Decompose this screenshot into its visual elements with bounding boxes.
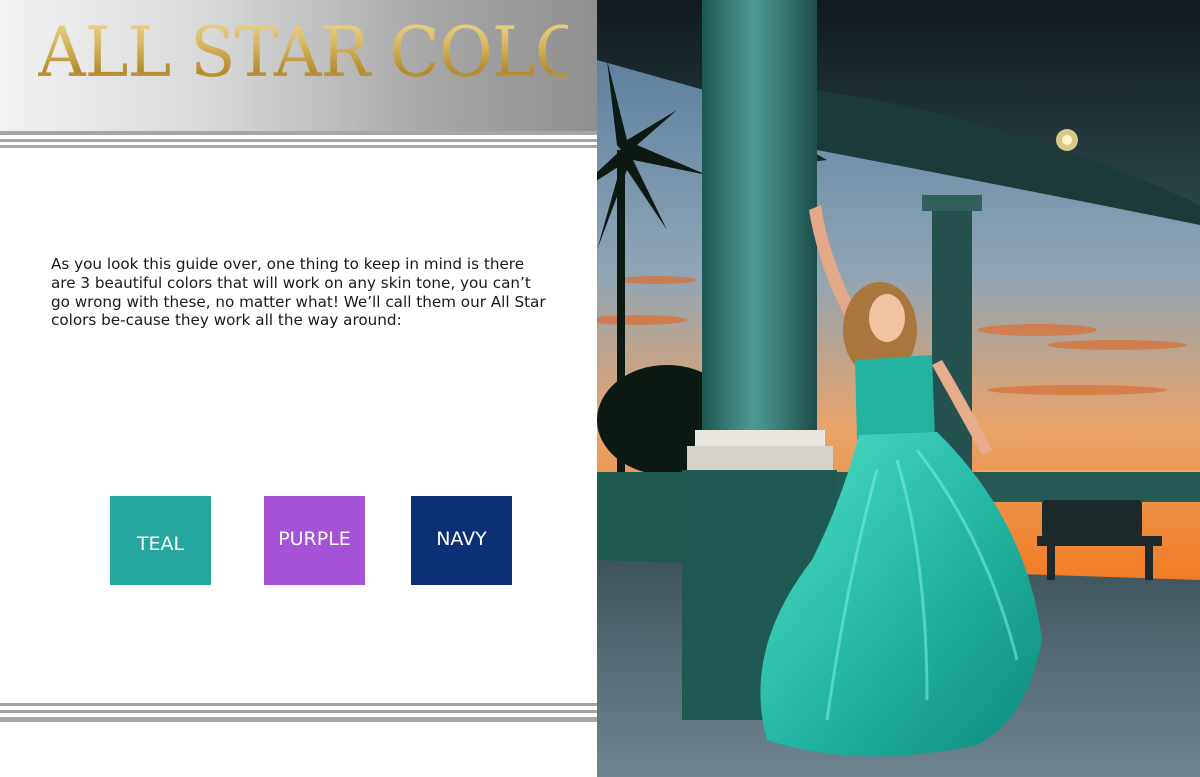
swatch-purple-label: PURPLE: [278, 528, 351, 550]
bottom-rule-2: [0, 710, 597, 713]
swatch-purple: PURPLE: [264, 496, 365, 585]
top-rule-1: [0, 131, 597, 135]
page-title: ALL STAR COLORS: [38, 6, 682, 101]
header-band: ALL STAR COLORS: [0, 0, 682, 131]
swatch-teal-label: TEAL: [136, 532, 185, 555]
left-page: ALL STAR COLORS As you look this guide o…: [0, 0, 682, 777]
swatch-navy: NAVY: [411, 496, 512, 585]
top-rule-2: [0, 139, 597, 142]
swatch-teal: TEAL: [110, 496, 211, 585]
intro-paragraph: As you look this guide over, one thing t…: [51, 255, 546, 330]
sunset-portrait-photo: [597, 0, 1200, 777]
top-rule-3: [0, 145, 597, 148]
bottom-rule-3: [0, 717, 597, 722]
bottom-rule-1: [0, 703, 597, 706]
swatch-navy-label: NAVY: [436, 528, 487, 550]
